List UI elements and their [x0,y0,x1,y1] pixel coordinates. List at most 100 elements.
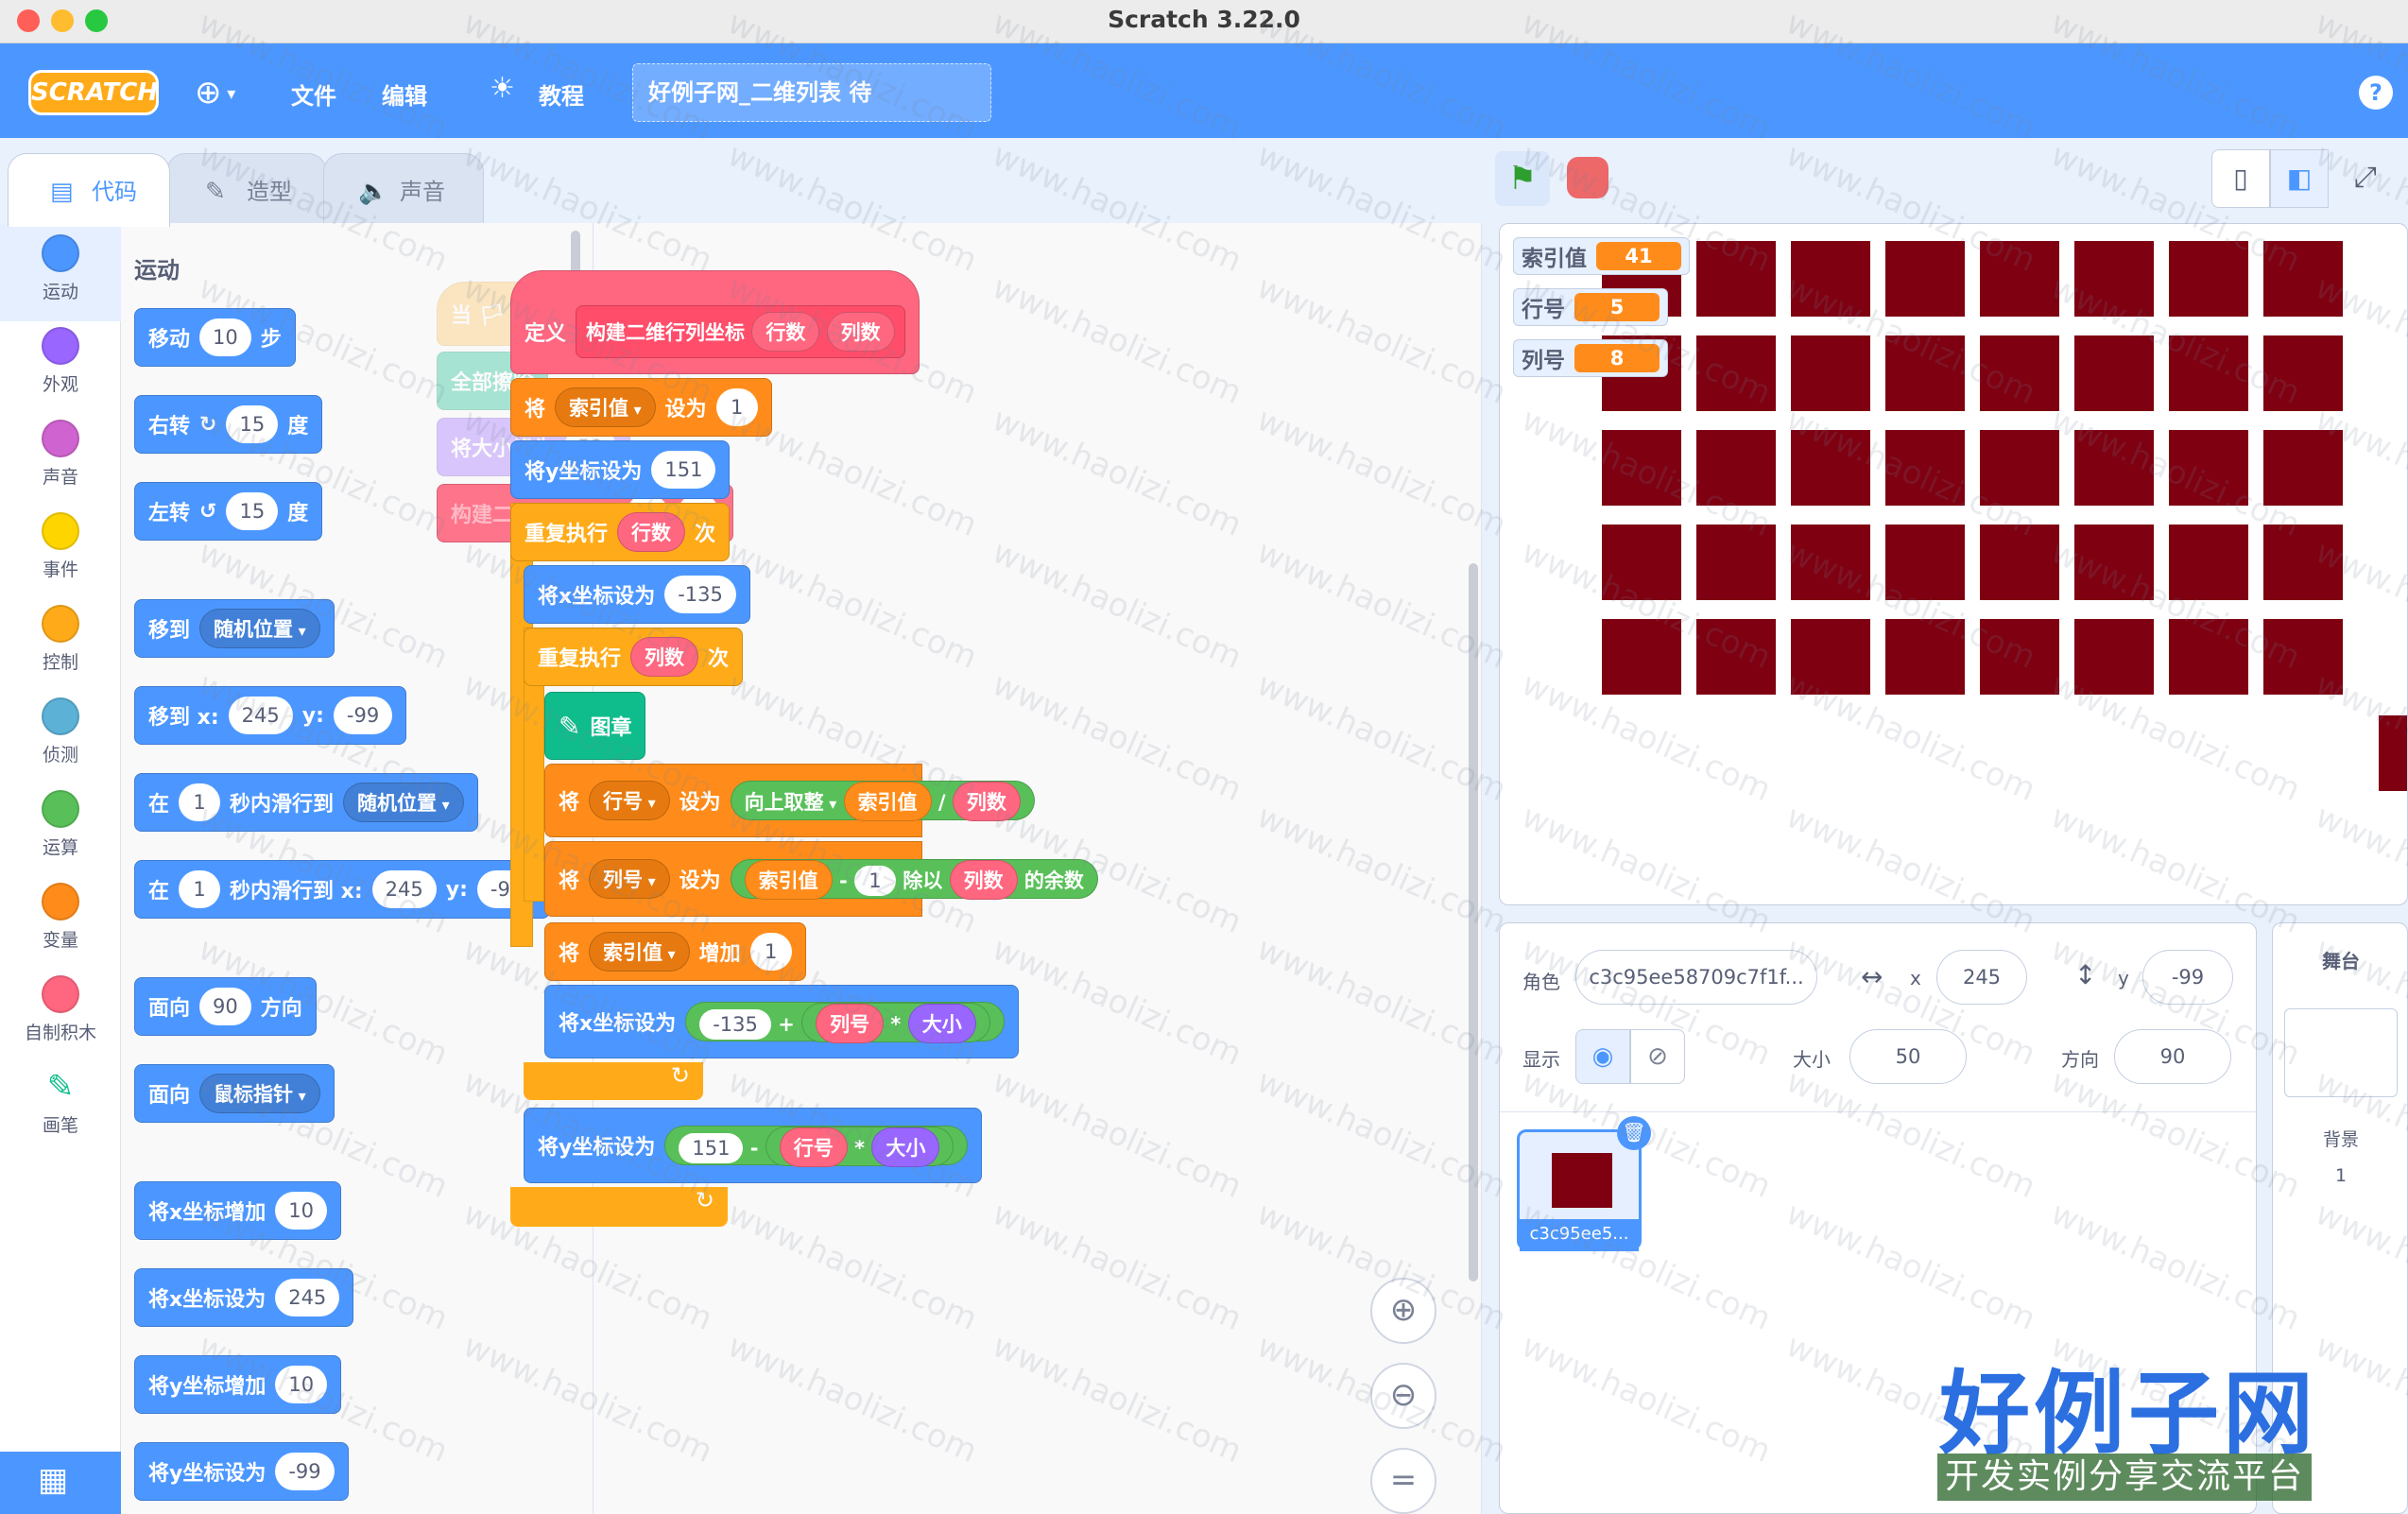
sprite-name-input[interactable]: c3c95ee58709c7f1f... [1575,950,1817,1005]
stamp-square [1696,525,1776,600]
set-y-block[interactable]: 将y坐标设为 151 [510,440,731,499]
stamp-square [1791,241,1870,317]
add-extension-button[interactable]: ▦ [0,1452,121,1514]
stamp-square [2169,619,2248,695]
category-events[interactable]: 事件 [0,512,121,581]
menu-tutorials[interactable]: 教程 [539,77,584,111]
category-looks[interactable]: 外观 [0,327,121,396]
y-input[interactable]: -99 [2142,950,2233,1005]
outer-repeat-block[interactable]: 重复执行 行数次 [510,503,731,561]
show-label: 显示 [1522,1048,1560,1071]
tab-code[interactable]: ▤ 代码 [8,153,170,227]
scratch-logo[interactable]: SCRATCH [28,70,159,115]
category-pen[interactable]: ✎ 画笔 [0,1068,121,1137]
watermark-brand: 好例子网 [1939,1361,2317,1467]
block-goto[interactable]: 移到 随机位置 [134,599,335,658]
hide-sprite-icon[interactable]: ⊘ [1630,1029,1685,1084]
tab-costumes[interactable]: ✎ 造型 [166,153,327,223]
sprite-thumb-name: c3c95ee5... [1520,1219,1639,1251]
normal-stage-icon[interactable]: ◧ [2270,149,2329,208]
zoom-out-icon[interactable]: ⊖ [1370,1363,1436,1429]
change-index-block[interactable]: 将索引值增加1 [544,922,806,981]
stamp-square [1885,335,1965,411]
block-goto-xy[interactable]: 移到 x: 245 y: -99 [134,686,407,745]
backdrops-label: 背景 [2322,1129,2359,1150]
stamp-block[interactable]: ✎ 图章 [544,692,646,760]
category-motion[interactable]: 运动 [0,234,121,303]
block-glide-xy[interactable]: 在 1 秒内滑行到 x: 245 y: -99 [134,860,551,919]
menu-file[interactable]: 文件 [291,77,336,111]
help-icon[interactable]: ? [2359,76,2393,110]
block-turn-right[interactable]: 右转 ↻ 15 度 [134,395,323,454]
direction-input[interactable]: 90 [2114,1029,2231,1084]
watermark-slogan: 开发实例分享交流平台 [1937,1454,2313,1501]
delete-sprite-icon[interactable]: 🗑 [1617,1116,1651,1150]
define-block[interactable]: 定义 构建二维行列坐标 行数 列数 [510,270,920,374]
stamp-square [2169,430,2248,506]
inner-set-x-block[interactable]: 将x坐标设为 -135 [524,565,750,624]
green-flag-icon[interactable]: ⚑ [1495,151,1550,206]
globe-icon[interactable]: ⊕ ▾ [195,74,235,112]
block-change-y[interactable]: 将y坐标增加 10 [134,1355,342,1414]
set-index-block[interactable]: 将索引值设为1 [510,378,772,437]
x-input[interactable]: 245 [1936,950,2027,1005]
block-move[interactable]: 移动 10 步 [134,308,296,367]
stamp-square [2263,525,2343,600]
project-title-input[interactable]: 好例子网_二维列表 待 [632,63,991,122]
category-my-blocks[interactable]: 自制积木 [0,975,121,1044]
rotate-right-icon: ↻ [199,412,217,437]
category-operators[interactable]: 运算 [0,790,121,859]
set-x-expression-block[interactable]: 将x坐标设为 -135 + 列号 * 大小 [544,985,1019,1058]
sprite-thumbnail[interactable]: c3c95ee5... [1517,1129,1642,1251]
zoom-reset-icon[interactable]: = [1370,1448,1436,1514]
stamp-square [2074,525,2154,600]
speaker-icon: 🔈 [358,178,389,206]
zoom-in-icon[interactable]: ⊕ [1370,1278,1436,1344]
stamp-square [2074,241,2154,317]
stamp-square [1980,525,2059,600]
stamp-square [2074,619,2154,695]
stamp-square [2169,335,2248,411]
monitor-row[interactable]: 行号 5 [1513,288,1668,326]
stamp-square [2169,525,2248,600]
block-change-x[interactable]: 将x坐标增加 10 [134,1181,341,1240]
set-y-expression-block[interactable]: 将y坐标设为 151 - 行号 * 大小 [524,1108,983,1183]
workspace-scrollbar[interactable] [1469,563,1478,1282]
menu-edit[interactable]: 编辑 [382,77,427,111]
sprite-square[interactable] [2379,715,2407,791]
lightbulb-icon: ☀ [490,72,515,105]
block-set-x[interactable]: 将x坐标设为 245 [134,1268,354,1327]
rotate-left-icon: ↺ [199,499,217,524]
category-sensing[interactable]: 侦测 [0,697,121,766]
tab-sounds[interactable]: 🔈 声音 [323,153,484,223]
stamp-square [1885,619,1965,695]
monitor-col[interactable]: 列号 8 [1513,339,1668,377]
set-col-block[interactable]: 将列号设为索引值 - 1 除以 列数 的余数 [544,841,1098,917]
stamp-square [2263,335,2343,411]
small-stage-icon[interactable]: ▯ [2211,149,2270,208]
size-input[interactable]: 50 [1849,1029,1967,1084]
monitor-index[interactable]: 索引值 41 [1513,237,1690,275]
show-sprite-icon[interactable]: ◉ [1575,1029,1630,1084]
block-set-y[interactable]: 将y坐标设为 -99 [134,1442,349,1501]
code-icon: ▤ [50,178,74,206]
category-sound[interactable]: 声音 [0,420,121,489]
code-workspace: 当 🏳 被点击 全部擦除 将大小设为50 构建二维行列坐标58 定义 构建二维行… [437,223,1482,1514]
block-glide[interactable]: 在 1 秒内滑行到 随机位置 [134,773,478,832]
stamp-square [2263,430,2343,506]
category-variables[interactable]: 变量 [0,883,121,952]
stamp-square [1980,430,2059,506]
inner-repeat-block[interactable]: 重复执行 列数次 [524,628,744,686]
block-point-towards[interactable]: 面向 鼠标指针 [134,1064,335,1123]
stop-icon[interactable] [1567,157,1608,198]
window-titlebar: Scratch 3.22.0 [0,0,2408,43]
stamp-square [1696,619,1776,695]
stamp-square [1885,241,1965,317]
stage-thumbnail[interactable] [2284,1008,2398,1097]
block-point-direction[interactable]: 面向 90 方向 [134,977,317,1036]
fullscreen-icon[interactable]: ⤢ [2336,149,2395,208]
set-row-block[interactable]: 将行号设为向上取整 索引值 / 列数 [544,764,1035,837]
block-turn-left[interactable]: 左转 ↺ 15 度 [134,482,323,541]
category-control[interactable]: 控制 [0,605,121,674]
stage-canvas[interactable]: 索引值 41 行号 5 列号 8 [1499,223,2408,905]
